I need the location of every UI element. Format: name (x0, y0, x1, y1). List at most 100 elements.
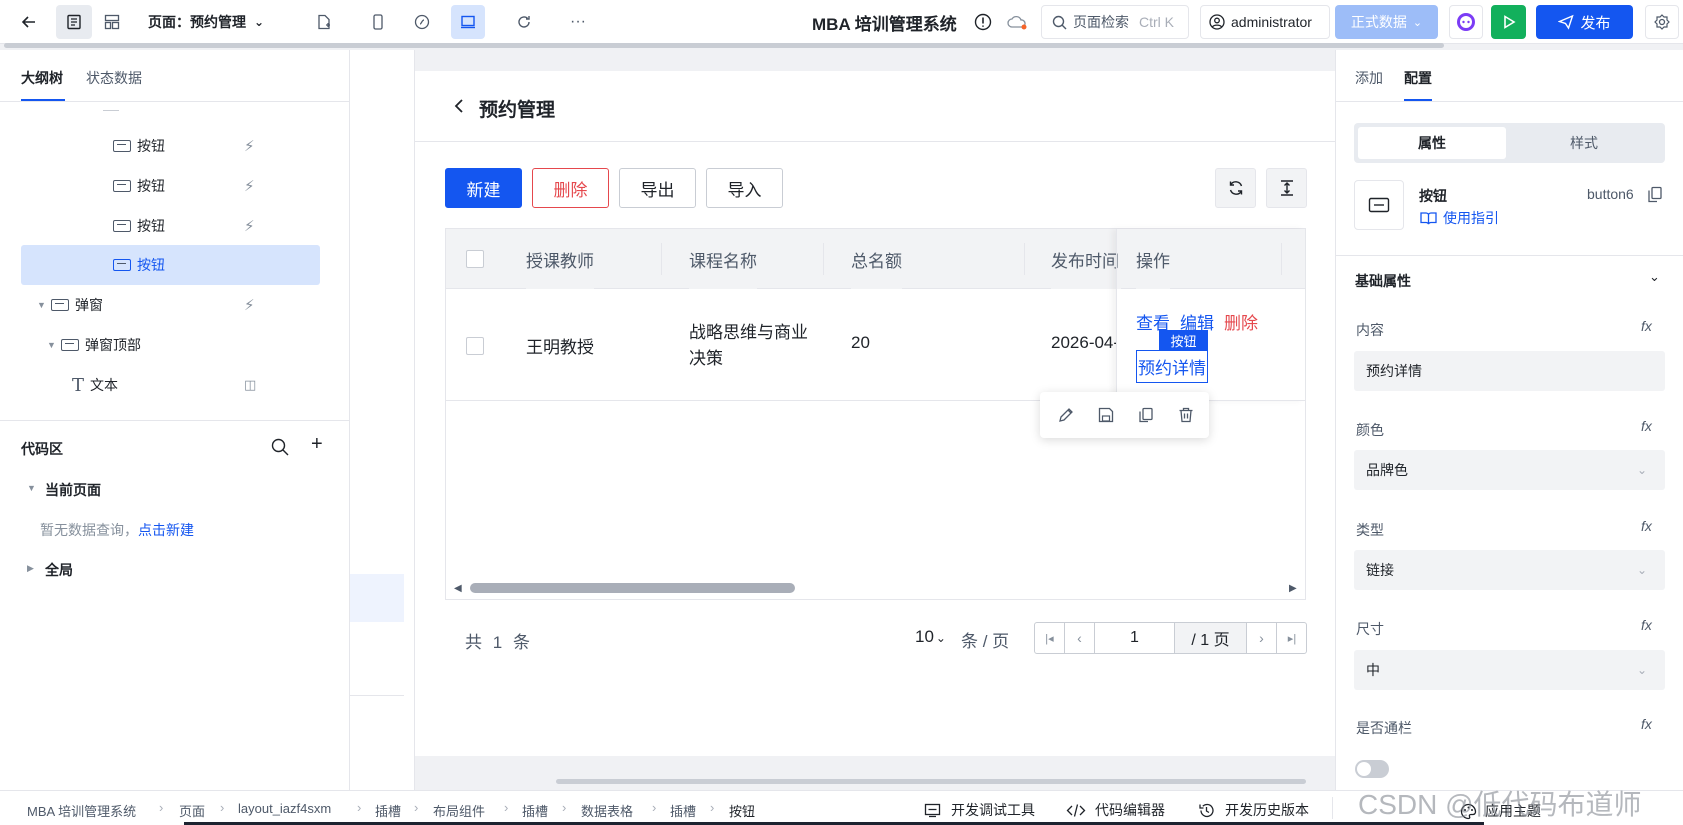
page-size-select[interactable]: 10 ⌄ (915, 627, 946, 647)
run-preview-button[interactable] (1491, 5, 1526, 39)
column-header[interactable]: 总名额 (851, 229, 902, 289)
tree-node-button[interactable]: 按钮 ⚡︎ (0, 127, 350, 165)
import-button[interactable]: 导入 (706, 168, 783, 208)
trash-icon[interactable] (1177, 406, 1195, 424)
select-all-checkbox[interactable] (466, 250, 484, 268)
tab-state-data[interactable]: 状态数据 (86, 68, 142, 88)
new-page-icon[interactable] (312, 0, 336, 44)
color-select[interactable]: 品牌色 ⌄ (1354, 450, 1665, 490)
code-editor-button[interactable]: 代码编辑器 (1066, 800, 1165, 820)
breadcrumb-item[interactable]: 数据表格 (581, 801, 633, 820)
tab-config[interactable]: 配置 (1404, 68, 1432, 88)
horizontal-scrollbar-thumb[interactable] (470, 583, 795, 593)
column-header[interactable]: 授课教师 (526, 229, 594, 289)
database-icon[interactable]: ◫ (244, 377, 256, 393)
caret-down-icon[interactable]: ▼ (37, 300, 51, 310)
top-scrollbar[interactable] (4, 43, 1444, 48)
fx-icon[interactable]: fx (1641, 418, 1652, 434)
desktop-view-icon[interactable] (451, 5, 485, 39)
create-query-link[interactable]: 点击新建 (138, 522, 194, 538)
chevron-down-icon[interactable]: ⌄ (1649, 269, 1660, 285)
page-outline-icon[interactable] (56, 5, 92, 39)
caret-right-icon[interactable]: ▶ (27, 563, 34, 574)
breadcrumb-item[interactable]: 插槽 (375, 801, 401, 820)
export-button[interactable]: 导出 (619, 168, 696, 208)
content-input[interactable]: 预约详情 (1354, 351, 1665, 391)
back-arrow-icon[interactable] (12, 0, 46, 44)
copy-icon[interactable] (1647, 186, 1663, 203)
segment-style[interactable]: 样式 (1510, 127, 1658, 159)
layout-icon[interactable] (94, 5, 130, 39)
fullwidth-toggle[interactable] (1355, 760, 1389, 778)
lightning-icon[interactable]: ⚡︎ (244, 137, 255, 155)
tab-outline-tree[interactable]: 大纲树 (21, 68, 63, 88)
last-page-icon[interactable]: ▸| (1277, 623, 1307, 653)
scroll-left-icon[interactable]: ◀ (454, 583, 462, 594)
page-search-input[interactable]: 页面检索 Ctrl K (1041, 5, 1189, 39)
add-icon[interactable]: + (311, 433, 323, 456)
fx-icon[interactable]: fx (1641, 716, 1652, 732)
usage-guide-link[interactable]: 使用指引 (1420, 208, 1499, 228)
more-icon[interactable]: ··· (566, 0, 590, 44)
page-selector[interactable]: 页面：预约管理 ⌄ (148, 0, 264, 44)
column-header[interactable]: 发布时间 (1051, 229, 1121, 289)
warning-icon[interactable] (972, 0, 994, 44)
edit-icon[interactable] (1057, 406, 1075, 424)
next-page-icon[interactable]: › (1247, 623, 1277, 653)
fx-icon[interactable]: fx (1641, 518, 1652, 534)
save-icon[interactable] (1097, 406, 1115, 424)
chevron-left-icon[interactable] (453, 98, 465, 114)
tree-node-button[interactable]: 按钮 ⚡︎ (0, 207, 350, 245)
tree-node-dialog-header[interactable]: ▼ 弹窗顶部 (0, 326, 350, 364)
lightning-icon[interactable]: ⚡︎ (244, 296, 255, 314)
copy-icon[interactable] (1137, 406, 1155, 424)
lightning-icon[interactable]: ⚡︎ (244, 177, 255, 195)
tree-node-button[interactable]: 按钮 ⚡︎ (0, 167, 350, 205)
column-header[interactable]: 课程名称 (689, 229, 757, 289)
settings-button[interactable] (1645, 5, 1679, 39)
cloud-sync-icon[interactable] (1005, 0, 1029, 44)
breadcrumb-item[interactable]: 布局组件 (433, 801, 485, 820)
first-page-icon[interactable]: |◂ (1035, 623, 1065, 653)
table-density-button[interactable] (1266, 168, 1307, 208)
mobile-view-icon[interactable] (366, 0, 390, 44)
current-page-group[interactable]: 当前页面 (45, 480, 101, 500)
dev-debug-tools-button[interactable]: 开发调试工具 (924, 800, 1035, 820)
breadcrumb-item[interactable]: 页面 (179, 801, 205, 820)
fx-icon[interactable]: fx (1641, 318, 1652, 334)
size-select[interactable]: 中 ⌄ (1354, 650, 1665, 690)
breadcrumb-item[interactable]: layout_iazf4sxm (238, 801, 331, 816)
tree-node-text[interactable]: T 文本 ◫ (0, 366, 350, 404)
table-refresh-button[interactable] (1215, 168, 1256, 208)
current-page-input[interactable]: 1 (1095, 623, 1175, 653)
delete-button[interactable]: 删除 (532, 168, 609, 208)
search-icon[interactable] (271, 438, 289, 456)
miniprogram-view-icon[interactable] (410, 0, 434, 44)
env-selector[interactable]: 正式数据 ⌄ (1335, 5, 1438, 39)
segment-properties[interactable]: 属性 (1358, 127, 1506, 159)
breadcrumb-item[interactable]: 插槽 (670, 801, 696, 820)
canvas-h-scrollbar[interactable] (556, 779, 1306, 784)
breadcrumb-current[interactable]: 按钮 (729, 801, 755, 820)
type-select[interactable]: 链接 ⌄ (1354, 550, 1665, 590)
row-checkbox[interactable] (466, 337, 484, 355)
breadcrumb-item[interactable]: 插槽 (522, 801, 548, 820)
booking-detail-link[interactable]: 预约详情 (1136, 350, 1208, 383)
caret-down-icon[interactable]: ▼ (27, 483, 36, 493)
refresh-icon[interactable] (512, 0, 536, 44)
tree-node-dialog[interactable]: ▼ 弹窗 ⚡︎ (0, 286, 350, 324)
new-button[interactable]: 新建 (445, 168, 522, 208)
publish-button[interactable]: 发布 (1536, 5, 1633, 39)
user-menu[interactable]: administrator (1200, 5, 1330, 39)
lightning-icon[interactable]: ⚡︎ (244, 217, 255, 235)
breadcrumb-item[interactable]: MBA 培训管理系统 (27, 801, 136, 820)
caret-down-icon[interactable]: ▼ (47, 340, 61, 350)
scroll-right-icon[interactable]: ▶ (1289, 583, 1297, 594)
delete-link[interactable]: 删除 (1224, 309, 1258, 334)
tree-node-button-selected[interactable]: 按钮 (0, 246, 350, 284)
global-group[interactable]: 全局 (45, 560, 73, 580)
dev-history-button[interactable]: 开发历史版本 (1198, 800, 1309, 820)
fx-icon[interactable]: fx (1641, 617, 1652, 633)
tab-add[interactable]: 添加 (1355, 68, 1383, 88)
prev-page-icon[interactable]: ‹ (1065, 623, 1095, 653)
